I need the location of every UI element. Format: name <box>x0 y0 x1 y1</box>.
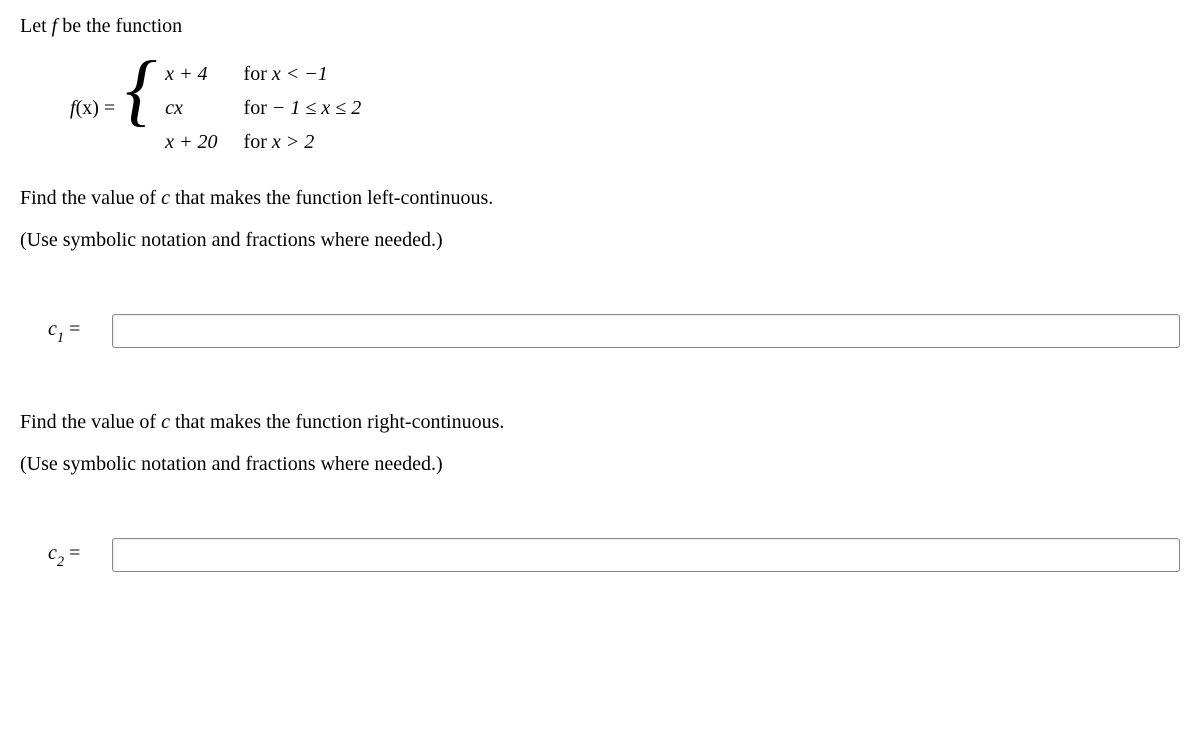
q1-prompt-var: c <box>161 187 170 209</box>
intro-prefix: Let <box>20 15 52 37</box>
case-2-expr: cx <box>165 94 217 122</box>
q1-prompt-prefix: Find the value of <box>20 187 161 209</box>
q2-label-eq: = <box>64 542 80 564</box>
q2-label-sub: 2 <box>57 554 64 570</box>
case-1-cond: for x < −1 <box>244 60 362 88</box>
intro-suffix: be the function <box>57 15 182 37</box>
lhs: f(x) = <box>70 94 115 122</box>
function-definition: f(x) = { x + 4 for x < −1 cx for − 1 ≤ x… <box>70 60 1180 156</box>
case-3-expr: x + 20 <box>165 128 217 156</box>
q2-prompt-suffix: that makes the function right-continuous… <box>170 411 504 433</box>
q1-label: c1 = <box>48 315 94 346</box>
piecewise-brace-wrapper: { x + 4 for x < −1 cx for − 1 ≤ x ≤ 2 x … <box>125 60 361 156</box>
case-2-cond: for − 1 ≤ x ≤ 2 <box>244 94 362 122</box>
q1-prompt: Find the value of c that makes the funct… <box>20 184 1180 212</box>
q1-hint: (Use symbolic notation and fractions whe… <box>20 226 1180 254</box>
q1-label-eq: = <box>64 318 80 340</box>
case-1-expr: x + 4 <box>165 60 217 88</box>
q2-answer-row: c2 = <box>48 538 1180 572</box>
lhs-arg: (x) <box>76 97 99 119</box>
case-3-cond: for x > 2 <box>244 128 362 156</box>
q1-label-var: c <box>48 318 57 340</box>
c2-input[interactable] <box>112 538 1180 572</box>
q2-label: c2 = <box>48 539 94 570</box>
q1-label-sub: 1 <box>57 330 64 346</box>
q1-answer-row: c1 = <box>48 314 1180 348</box>
q2-hint: (Use symbolic notation and fractions whe… <box>20 450 1180 478</box>
equals-sign: = <box>99 97 115 119</box>
q2-prompt-var: c <box>161 411 170 433</box>
q2-prompt-prefix: Find the value of <box>20 411 161 433</box>
left-brace-icon: { <box>125 56 157 152</box>
intro-text: Let f be the function <box>20 12 1180 40</box>
piecewise-cases: x + 4 for x < −1 cx for − 1 ≤ x ≤ 2 x + … <box>165 60 361 156</box>
c1-input[interactable] <box>112 314 1180 348</box>
q2-label-var: c <box>48 542 57 564</box>
q1-prompt-suffix: that makes the function left-continuous. <box>170 187 493 209</box>
q2-prompt: Find the value of c that makes the funct… <box>20 408 1180 436</box>
